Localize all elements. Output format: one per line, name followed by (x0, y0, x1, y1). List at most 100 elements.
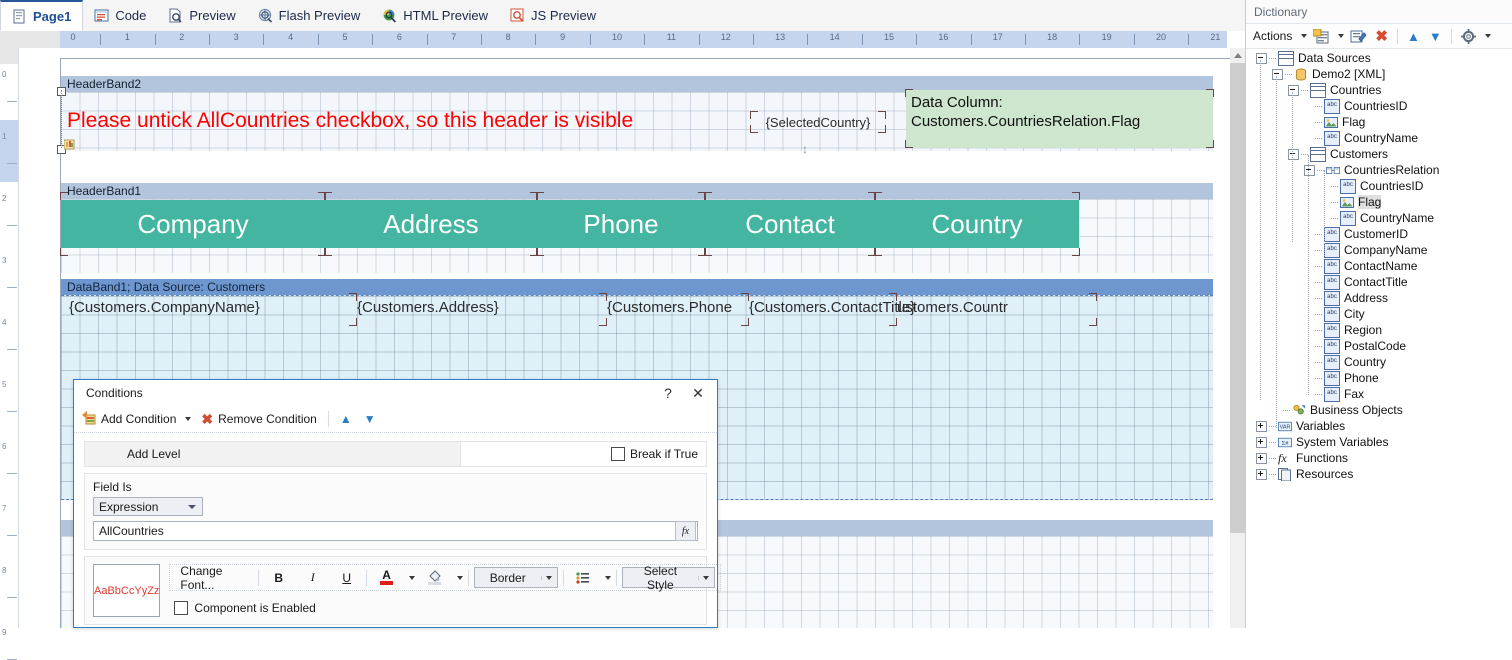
dictionary-tree[interactable]: Data SourcesDemo2 [XML]CountriesabcCount… (1246, 50, 1512, 628)
actions-button[interactable]: Actions (1250, 26, 1295, 46)
vertical-ruler[interactable]: 0123456789 (0, 48, 19, 628)
tree-node-countryname[interactable]: abcCountryName (1246, 130, 1512, 146)
arrow-down-icon[interactable]: ▼ (1426, 26, 1445, 46)
edit-icon[interactable] (1347, 26, 1369, 46)
italic-button[interactable]: I (298, 567, 327, 588)
close-icon[interactable]: ✕ (683, 381, 713, 405)
tree-node-contacttitle[interactable]: abcContactTitle (1246, 274, 1512, 290)
tree-node-system-variables[interactable]: Σ#System Variables (1246, 434, 1512, 450)
tree-node-country[interactable]: abcCountry (1246, 354, 1512, 370)
list-dropdown-icon[interactable] (605, 576, 611, 580)
scrollbar-thumb[interactable] (1230, 63, 1245, 533)
text-object-warning[interactable]: Please untick AllCountries checkbox, so … (67, 104, 667, 137)
tab-js-preview[interactable]: JS Preview (499, 0, 607, 31)
tree-node-resources[interactable]: Resources (1246, 466, 1512, 482)
data-field-0[interactable]: {Customers.CompanyName} (69, 296, 260, 318)
tree-node-region[interactable]: abcRegion (1246, 322, 1512, 338)
vertical-resize-glyph[interactable]: ↕ (802, 142, 808, 156)
column-headers-row[interactable]: CompanyAddressPhoneContactCountry (61, 200, 1079, 248)
actions-dropdown-icon[interactable] (1301, 34, 1307, 38)
tree-node-phone[interactable]: abcPhone (1246, 370, 1512, 386)
tree-node-countriesid[interactable]: abcCountriesID (1246, 98, 1512, 114)
conditions-dialog[interactable]: Conditions ? ✕ Add Condition ✖ (73, 379, 718, 628)
tree-node-data-sources[interactable]: Data Sources (1246, 50, 1512, 66)
bold-button[interactable]: B (264, 567, 293, 588)
tree-node-customerid[interactable]: abcCustomerID (1246, 226, 1512, 242)
column-header-company[interactable]: Company (61, 200, 325, 248)
expression-input[interactable]: AllCountries fx (93, 521, 698, 541)
column-header-address[interactable]: Address (325, 200, 537, 248)
delete-icon[interactable]: ✖ (1372, 26, 1391, 46)
tree-node-flag[interactable]: Flag (1246, 194, 1512, 210)
help-button[interactable]: ? (653, 381, 683, 405)
expand-toggle[interactable] (1256, 453, 1267, 464)
break-if-true-checkbox[interactable] (611, 447, 625, 461)
border-button[interactable]: Border (474, 567, 558, 588)
add-condition-dropdown-icon[interactable] (185, 417, 191, 421)
expression-editor-button[interactable]: fx (675, 521, 696, 541)
scroll-up-arrow[interactable] (1230, 48, 1245, 63)
gear-icon[interactable] (1458, 26, 1479, 46)
column-header-country[interactable]: Country (875, 200, 1079, 248)
tree-node-companyname[interactable]: abcCompanyName (1246, 242, 1512, 258)
tab-page1[interactable]: Page1 (0, 0, 83, 31)
band-header-headerband1[interactable]: HeaderBand1 (61, 183, 1213, 199)
expand-toggle[interactable] (1256, 421, 1267, 432)
text-object-selected-country[interactable]: {SelectedCountry} (751, 112, 885, 133)
tree-node-postalcode[interactable]: abcPostalCode (1246, 338, 1512, 354)
component-enabled-checkbox[interactable] (174, 601, 188, 615)
fill-bucket-icon[interactable] (420, 567, 449, 588)
font-color-dropdown-icon[interactable] (409, 576, 415, 580)
select-style-button[interactable]: Select Style (622, 567, 714, 588)
tree-node-functions[interactable]: fxFunctions (1246, 450, 1512, 466)
tree-node-countries[interactable]: Countries (1246, 82, 1512, 98)
arrow-up-icon[interactable]: ▲ (1404, 26, 1423, 46)
data-field-3[interactable]: {Customers.ContactTitle} (749, 296, 915, 318)
expand-toggle[interactable] (1256, 469, 1267, 480)
break-if-true-row[interactable]: Break if True (460, 442, 706, 466)
band-header-databand1[interactable]: DataBand1; Data Source: Customers (61, 279, 1213, 295)
tree-node-customers[interactable]: Customers (1246, 146, 1512, 162)
tree-node-city[interactable]: abcCity (1246, 306, 1512, 322)
move-down-icon[interactable]: ▼ (364, 412, 376, 426)
canvas-vertical-scrollbar[interactable] (1230, 48, 1245, 628)
tree-node-flag[interactable]: Flag (1246, 114, 1512, 130)
fill-color-dropdown-icon[interactable] (457, 576, 463, 580)
tree-node-contactname[interactable]: abcContactName (1246, 258, 1512, 274)
new-item-icon[interactable] (1310, 26, 1332, 46)
tree-node-address[interactable]: abcAddress (1246, 290, 1512, 306)
dialog-titlebar[interactable]: Conditions ? ✕ (74, 380, 717, 406)
component-enabled-row[interactable]: Component is Enabled (169, 601, 721, 615)
tab-preview[interactable]: Preview (157, 0, 246, 31)
underline-button[interactable]: U (332, 567, 361, 588)
horizontal-ruler[interactable]: 0123456789101112131415161718192021 (0, 31, 1245, 49)
expand-toggle[interactable] (1256, 437, 1267, 448)
tree-node-demo2-xml-[interactable]: Demo2 [XML] (1246, 66, 1512, 82)
font-color-button[interactable]: A (372, 567, 401, 588)
tree-node-countriesid[interactable]: abcCountriesID (1246, 178, 1512, 194)
tree-node-countryname[interactable]: abcCountryName (1246, 210, 1512, 226)
tree-node-variables[interactable]: VARVariables (1246, 418, 1512, 434)
remove-condition-button[interactable]: ✖ Remove Condition (201, 412, 316, 426)
column-header-contact[interactable]: Contact (705, 200, 875, 248)
add-condition-button[interactable]: Add Condition (82, 411, 176, 428)
move-up-icon[interactable]: ▲ (340, 412, 352, 426)
tree-node-fax[interactable]: abcFax (1246, 386, 1512, 402)
data-field-2[interactable]: {Customers.Phone (607, 296, 732, 318)
tab-html-preview[interactable]: HTML Preview (371, 0, 499, 31)
tab-code[interactable]: Code (83, 0, 157, 31)
picture-object-flag[interactable]: Data Column: Customers.CountriesRelation… (906, 90, 1213, 148)
tree-node-business-objects[interactable]: Business Objects (1246, 402, 1512, 418)
new-item-dropdown-icon[interactable] (1338, 34, 1344, 38)
data-field-4[interactable]: ustomers.Countr (897, 296, 1008, 318)
tab-flash-preview[interactable]: Flash Preview (247, 0, 372, 31)
data-field-1[interactable]: {Customers.Address} (357, 296, 499, 318)
gear-dropdown-icon[interactable] (1485, 34, 1491, 38)
tree-node-countriesrelation[interactable]: CountriesRelation (1246, 162, 1512, 178)
list-icon[interactable] (568, 567, 597, 588)
change-font-button[interactable]: Change Font... (176, 567, 253, 588)
condition-indicator-icon[interactable] (64, 139, 75, 150)
field-is-select[interactable]: Expression (93, 497, 203, 516)
add-level-label[interactable]: Add Level (85, 447, 180, 461)
column-header-phone[interactable]: Phone (537, 200, 705, 248)
